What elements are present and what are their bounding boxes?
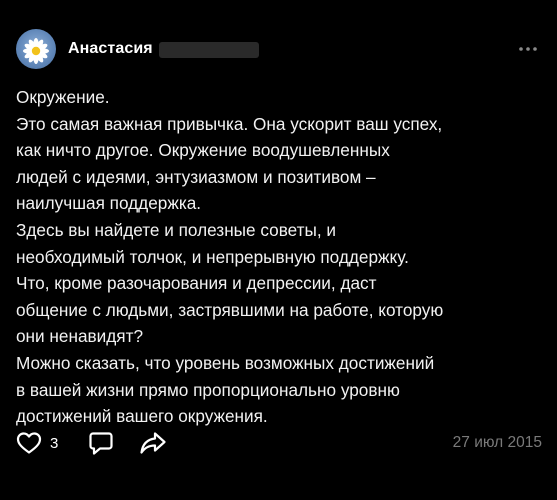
post-date: 27 июл 2015 [452,434,542,451]
redacted-surname [158,42,259,58]
daisy-icon [23,38,49,64]
share-button[interactable] [139,428,167,458]
post-line: они ненавидят? [16,326,144,347]
post-line: необходимый толчок, и непрерывную поддер… [16,246,409,267]
action-bar: 3 27 июл 2015 [16,428,546,458]
post-line: Это самая важная привычка. Она ускорит в… [16,113,443,134]
comment-button[interactable] [88,428,114,458]
post-line: в вашей жизни прямо пропорционально уров… [16,379,400,400]
post-line: общение с людьми, застрявшими на работе,… [16,299,444,320]
post-text: Окружение. Это самая важная привычка. Он… [16,84,546,430]
more-dots-icon[interactable] [517,39,539,59]
comment-bubble-icon [89,432,113,455]
post-line: людей с идеями, энтузиазмом и позитивом … [16,166,376,187]
like-button[interactable]: 3 [16,428,58,458]
post-line: наилучшая поддержка. [16,193,202,214]
post-line: Что, кроме разочарования и депрессии, да… [16,273,377,294]
post-line: Можно сказать, что уровень возможных дос… [16,352,435,373]
avatar[interactable] [16,29,56,69]
post-line: как ничто другое. Окружение воодушевленн… [16,140,390,161]
like-count: 3 [50,434,59,452]
post-line: Окружение. [16,87,110,107]
post-line: достижений вашего окружения. [16,406,268,427]
heart-icon [16,432,42,454]
author-name[interactable]: Анастасия [68,40,153,58]
post-header: Анастасия [16,29,541,69]
share-arrow-icon [140,432,166,454]
post-card: Анастасия Окружение. Это самая важная пр… [0,0,557,500]
post-line: Здесь вы найдете и полезные советы, и [16,219,337,240]
